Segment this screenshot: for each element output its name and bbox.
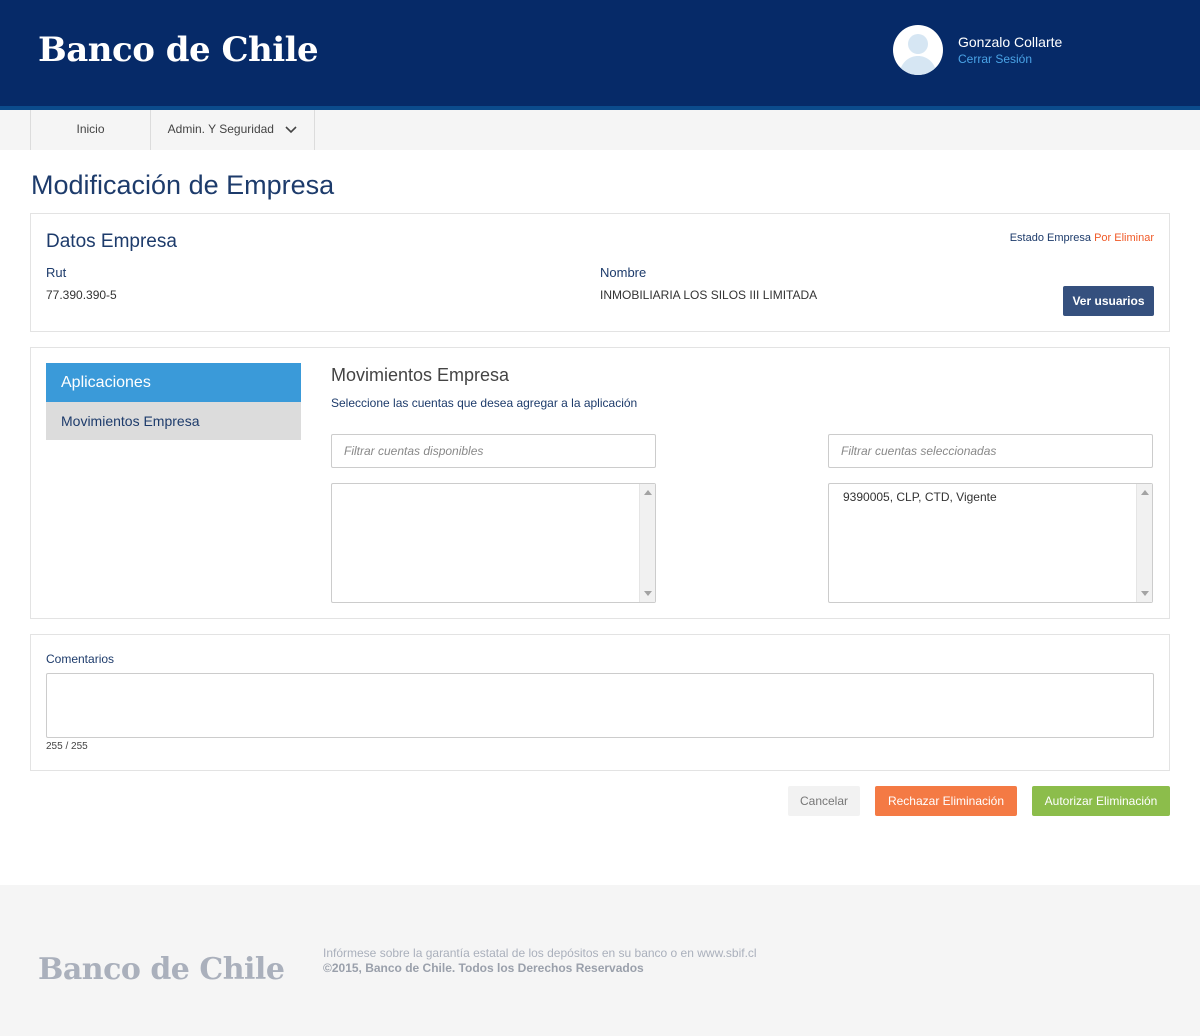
scroll-down-icon[interactable]	[1141, 591, 1149, 596]
footer-copyright: ©2015, Banco de Chile. Todos los Derecho…	[323, 961, 644, 975]
nav-item-label: Inicio	[76, 122, 105, 136]
nav-item-label: Admin. Y Seguridad	[167, 122, 274, 136]
rut-value: 77.390.390-5	[46, 288, 117, 302]
logout-link[interactable]: Cerrar Sesión	[958, 52, 1032, 66]
chevron-down-icon	[285, 126, 297, 133]
selected-accounts-list[interactable]: 9390005, CLP, CTD, Vigente	[828, 483, 1153, 603]
footer-guarantee-text: Infórmese sobre la garantía estatal de l…	[323, 946, 757, 960]
reject-elimination-button[interactable]: Rechazar Eliminación	[875, 786, 1017, 816]
nombre-value: INMOBILIARIA LOS SILOS III LIMITADA	[600, 288, 818, 302]
list-item[interactable]: 9390005, CLP, CTD, Vigente	[843, 490, 997, 504]
bank-logo[interactable]: Banco de Chile	[38, 30, 319, 70]
scrollbar[interactable]	[639, 484, 655, 602]
estado-value: Por Eliminar	[1094, 232, 1154, 244]
movimientos-subtitle: Seleccione las cuentas que desea agregar…	[331, 396, 638, 410]
page-title: Modificación de Empresa	[31, 170, 335, 200]
nav-item-inicio[interactable]: Inicio	[30, 110, 150, 150]
avatar[interactable]	[893, 25, 943, 75]
main-nav: Inicio Admin. Y Seguridad	[0, 110, 1200, 150]
header: Banco de Chile Gonzalo Collarte Cerrar S…	[0, 0, 1200, 110]
char-counter: 255 / 255	[46, 741, 88, 752]
nav-item-admin-seguridad[interactable]: Admin. Y Seguridad	[150, 110, 315, 150]
movimientos-title: Movimientos Empresa	[331, 365, 510, 385]
authorize-elimination-button[interactable]: Autorizar Eliminación	[1032, 786, 1170, 816]
comentarios-textarea[interactable]	[46, 673, 1154, 738]
comentarios-label: Comentarios	[46, 652, 115, 666]
footer: Banco de Chile Infórmese sobre la garant…	[0, 885, 1200, 1036]
ver-usuarios-button[interactable]: Ver usuarios	[1063, 286, 1154, 316]
datos-empresa-panel: Datos Empresa Estado Empresa Por Elimina…	[30, 213, 1170, 332]
estado-empresa: Estado Empresa Por Eliminar	[1010, 232, 1154, 244]
scroll-up-icon[interactable]	[644, 490, 652, 495]
scrollbar[interactable]	[1136, 484, 1152, 602]
cancel-button[interactable]: Cancelar	[788, 786, 860, 816]
rut-label: Rut	[46, 265, 67, 280]
comentarios-panel: Comentarios 255 / 255	[30, 634, 1170, 771]
scroll-down-icon[interactable]	[644, 591, 652, 596]
filter-available-input[interactable]	[331, 434, 656, 468]
datos-empresa-title: Datos Empresa	[46, 231, 177, 252]
aplicaciones-header: Aplicaciones	[46, 363, 301, 402]
aplicaciones-panel: Aplicaciones Movimientos Empresa Movimie…	[30, 347, 1170, 619]
user-icon	[899, 34, 937, 75]
footer-logo: Banco de Chile	[38, 952, 285, 987]
estado-label: Estado Empresa	[1009, 232, 1092, 244]
aplicacion-item-movimientos[interactable]: Movimientos Empresa	[46, 402, 301, 440]
available-accounts-list[interactable]	[331, 483, 656, 603]
filter-selected-input[interactable]	[828, 434, 1153, 468]
scroll-up-icon[interactable]	[1141, 490, 1149, 495]
nombre-label: Nombre	[600, 265, 647, 280]
user-name: Gonzalo Collarte	[958, 34, 1063, 50]
